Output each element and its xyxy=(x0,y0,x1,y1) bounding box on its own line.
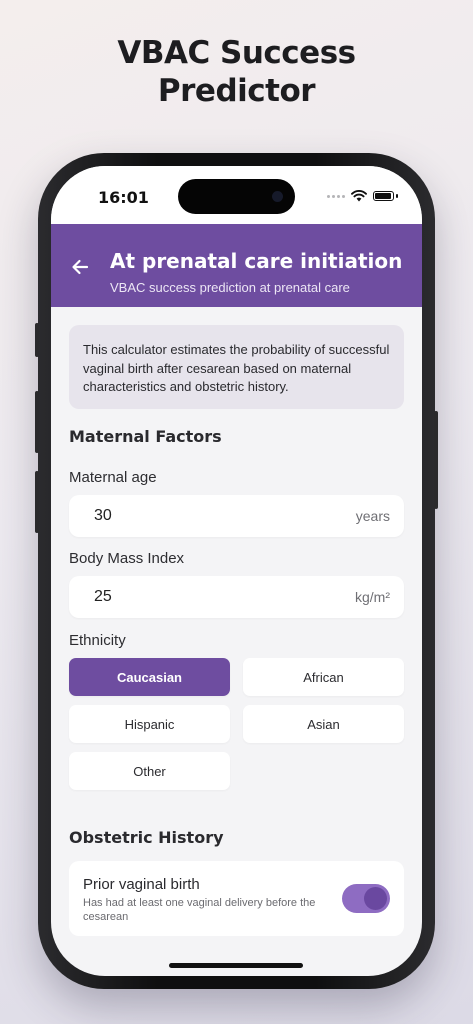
status-icons xyxy=(327,190,398,202)
promo-headline: VBAC Success Predictor xyxy=(0,34,473,110)
ethnicity-option-asian[interactable]: Asian xyxy=(243,705,404,743)
dynamic-island xyxy=(178,179,295,214)
app-header: At prenatal care initiation VBAC success… xyxy=(51,224,422,307)
ethnicity-option-hispanic[interactable]: Hispanic xyxy=(69,705,230,743)
status-time: 16:01 xyxy=(98,188,149,207)
phone-frame: 16:01 At prenatal care initiation VBAC s… xyxy=(35,153,438,989)
promo-headline-line1: VBAC Success xyxy=(117,35,356,71)
prior-vaginal-birth-description: Has had at least one vaginal delivery be… xyxy=(83,897,316,923)
maternal-age-label: Maternal age xyxy=(69,469,157,486)
phone-screen: 16:01 At prenatal care initiation VBAC s… xyxy=(51,166,422,976)
ethnicity-option-african[interactable]: African xyxy=(243,658,404,696)
ethnicity-label: Ethnicity xyxy=(69,632,126,649)
prior-vaginal-birth-toggle[interactable] xyxy=(342,884,390,913)
status-bar: 16:01 xyxy=(51,166,422,224)
bmi-label: Body Mass Index xyxy=(69,550,185,567)
maternal-age-unit: years xyxy=(355,508,390,524)
battery-tip xyxy=(396,194,398,198)
maternal-age-value: 30 xyxy=(94,507,112,524)
signal-icon xyxy=(327,194,345,198)
home-indicator[interactable] xyxy=(169,963,303,968)
back-button[interactable] xyxy=(68,255,92,279)
power-button xyxy=(434,411,438,509)
section-title-maternal-factors: Maternal Factors xyxy=(69,427,222,446)
volume-down-button xyxy=(35,471,39,533)
section-title-obstetric-history: Obstetric History xyxy=(69,828,224,847)
prior-vaginal-birth-title: Prior vaginal birth xyxy=(83,876,200,893)
ethnicity-option-other[interactable]: Other xyxy=(69,752,230,790)
volume-up-button xyxy=(35,391,39,453)
maternal-age-input[interactable]: 30 years xyxy=(69,495,404,537)
bmi-input[interactable]: 25 kg/m² xyxy=(69,576,404,618)
info-text: This calculator estimates the probabilit… xyxy=(83,342,390,394)
camera-icon xyxy=(272,191,283,202)
page-title: At prenatal care initiation xyxy=(110,249,403,273)
battery-icon xyxy=(373,191,394,201)
ethnicity-option-caucasian[interactable]: Caucasian xyxy=(69,658,230,696)
arrow-left-icon xyxy=(72,259,89,275)
prior-vaginal-birth-card: Prior vaginal birth Has had at least one… xyxy=(69,861,404,936)
page-subtitle: VBAC success prediction at prenatal care xyxy=(110,280,350,295)
bmi-value: 25 xyxy=(94,588,112,605)
toggle-knob xyxy=(364,887,387,910)
promo-headline-line2: Predictor xyxy=(157,73,316,109)
info-box: This calculator estimates the probabilit… xyxy=(69,325,404,409)
wifi-icon xyxy=(351,190,367,202)
mute-switch xyxy=(35,323,39,357)
bmi-unit: kg/m² xyxy=(355,589,390,605)
